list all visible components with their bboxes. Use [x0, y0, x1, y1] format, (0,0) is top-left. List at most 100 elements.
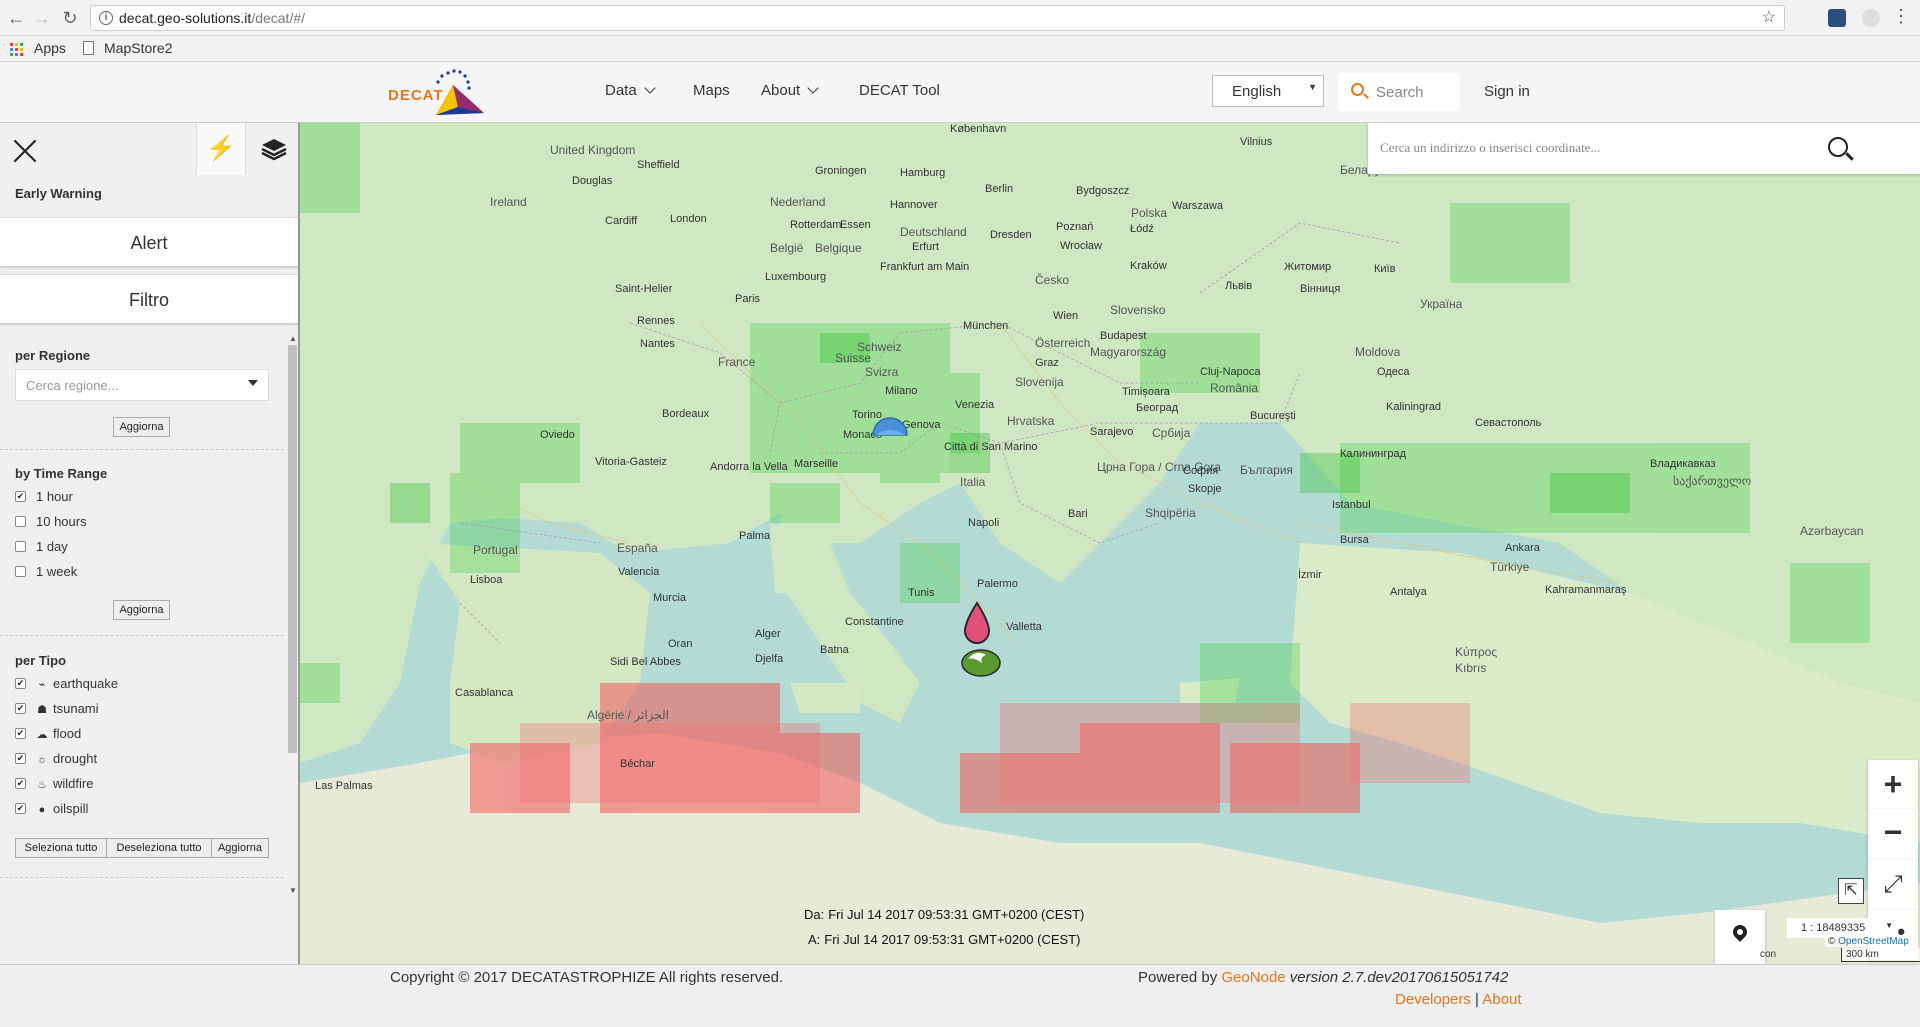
time-1-week[interactable]: 1 week — [15, 563, 77, 581]
type-earthquake[interactable]: ✔ ⌁ earthquake — [15, 675, 118, 693]
checkbox-checked-icon[interactable]: ✔ — [15, 728, 26, 740]
back-icon[interactable]: ← — [4, 6, 28, 30]
flood-marker[interactable] — [870, 413, 910, 443]
type-update-button[interactable]: Aggiorna — [211, 838, 269, 858]
map-label: España — [617, 541, 658, 555]
bolt-icon[interactable]: ⚡ — [196, 123, 246, 175]
date-from-value: Fri Jul 14 2017 09:53:31 GMT+0200 (CEST) — [828, 907, 1085, 922]
type-label: flood — [53, 726, 82, 741]
powered-prefix: Powered by — [1138, 969, 1218, 986]
address-bar[interactable]: i decat.geo-solutions.it/decat/#/ ☆ — [90, 5, 1785, 31]
map-label: Luxembourg — [765, 271, 827, 283]
info-icon[interactable]: i — [99, 11, 113, 25]
decat-logo[interactable]: DECAT — [388, 67, 488, 119]
type-flood[interactable]: ✔ ☁ flood — [15, 725, 81, 743]
map-label: Bursa — [1340, 534, 1369, 546]
bookmark-star-icon[interactable]: ☆ — [1762, 6, 1776, 30]
url-host: decat.geo-solutions.it — [119, 10, 252, 26]
filter-button[interactable]: Filtro — [0, 274, 298, 324]
zoom-in-button[interactable]: + — [1868, 760, 1918, 810]
apps-grid-icon[interactable] — [10, 43, 23, 56]
type-title: per Tipo — [15, 653, 67, 668]
geonode-link[interactable]: GeoNode — [1221, 969, 1285, 986]
profile-icon[interactable] — [1862, 9, 1880, 27]
alert-button[interactable]: Alert — [0, 217, 298, 267]
select-all-button[interactable]: Seleziona tutto — [15, 838, 107, 858]
developers-link[interactable]: Developers — [1395, 991, 1471, 1008]
map-label: Ireland — [490, 195, 527, 209]
time-1-day[interactable]: 1 day — [15, 538, 68, 556]
checkbox-checked-icon[interactable]: ✔ — [15, 753, 26, 765]
collapse-arrow-icon[interactable]: ⇱ — [1838, 878, 1864, 904]
checkbox-checked-icon[interactable]: ✔ — [15, 678, 26, 690]
about-link[interactable]: About — [1482, 991, 1521, 1008]
sign-in-link[interactable]: Sign in — [1484, 83, 1530, 100]
nav-maps[interactable]: Maps — [693, 82, 730, 99]
time-10-hours[interactable]: 10 hours — [15, 513, 87, 531]
reload-icon[interactable]: ↻ — [58, 6, 82, 30]
tsunami-marker[interactable] — [960, 645, 1002, 677]
time-1-hour[interactable]: ✔ 1 hour — [15, 488, 73, 506]
map-label: Lisboa — [470, 574, 503, 586]
site-search-input[interactable]: Search — [1338, 73, 1460, 111]
map-label: Україна — [1420, 297, 1463, 311]
browser-menu-icon[interactable]: ⋮ — [1892, 6, 1910, 27]
panel-scrollbar[interactable]: ▲ ▼ — [287, 333, 298, 933]
fullscreen-icon[interactable]: ⤢ — [1868, 860, 1918, 910]
map-label: Murcia — [653, 592, 687, 604]
scale-select[interactable]: 1 : 18489335 ▼ — [1787, 918, 1897, 938]
bookmark-apps[interactable]: Apps — [34, 40, 66, 56]
map-label: Valencia — [618, 566, 660, 578]
checkbox-icon[interactable] — [15, 541, 26, 553]
search-icon[interactable] — [1828, 137, 1848, 157]
type-tsunami[interactable]: ✔ ☗ tsunami — [15, 700, 99, 718]
chevron-down-icon — [807, 82, 819, 94]
time-update-button[interactable]: Aggiorna — [113, 600, 170, 620]
map-label: Moldova — [1355, 345, 1401, 359]
language-select[interactable]: English ▼ — [1212, 75, 1324, 107]
scroll-down-icon[interactable]: ▼ — [289, 886, 297, 895]
osm-link[interactable]: OpenStreetMap — [1838, 936, 1909, 947]
deselect-all-button[interactable]: Deseleziona tutto — [106, 838, 212, 858]
layers-icon[interactable] — [250, 123, 298, 175]
time-range-section: by Time Range ✔ 1 hour 10 hours 1 day 1 w… — [0, 450, 284, 636]
scroll-up-icon[interactable]: ▲ — [289, 334, 297, 343]
map-label: საქართველო — [1673, 474, 1752, 488]
region-title: per Regione — [15, 348, 91, 363]
extension-icon[interactable] — [1828, 9, 1846, 27]
checkbox-checked-icon[interactable]: ✔ — [15, 803, 26, 815]
map-label: Batna — [820, 644, 849, 656]
nav-decat-tool[interactable]: DECAT Tool — [859, 82, 940, 99]
checkbox-icon[interactable] — [15, 566, 26, 578]
filter-scroll-area: per Regione Cerca regione... Aggiorna by… — [0, 333, 298, 933]
checkbox-checked-icon[interactable]: ✔ — [15, 491, 26, 503]
checkbox-checked-icon[interactable]: ✔ — [15, 778, 26, 790]
map-search-bar[interactable]: Cerca un indirizzo o inserisci coordinat… — [1368, 123, 1920, 174]
chevron-down-icon — [644, 82, 656, 94]
zoom-out-button[interactable]: − — [1868, 810, 1918, 860]
nav-data[interactable]: Data — [605, 82, 656, 99]
locate-button[interactable] — [1715, 910, 1765, 964]
map-label: Magyarország — [1090, 345, 1167, 359]
forward-icon[interactable]: → — [30, 6, 54, 30]
drought-icon: ☼ — [36, 754, 48, 766]
region-update-button[interactable]: Aggiorna — [113, 417, 170, 437]
map-label: Dresden — [990, 229, 1032, 241]
nav-about[interactable]: About — [761, 82, 819, 99]
type-oilspill[interactable]: ✔ ● oilspill — [15, 800, 88, 818]
close-icon[interactable] — [12, 137, 38, 163]
map-label: Portugal — [473, 543, 518, 557]
type-wildfire[interactable]: ✔ ♨ wildfire — [15, 775, 93, 793]
oilspill-marker[interactable] — [962, 601, 992, 647]
map-viewer[interactable]: United Kingdom Ireland Douglas Sheffield… — [300, 123, 1920, 964]
map-label: Slovensko — [1110, 303, 1166, 317]
map-label: Paris — [735, 293, 761, 305]
type-drought[interactable]: ✔ ☼ drought — [15, 750, 97, 768]
map-label: Graz — [1035, 357, 1059, 369]
checkbox-icon[interactable] — [15, 516, 26, 528]
checkbox-checked-icon[interactable]: ✔ — [15, 703, 26, 715]
bookmark-mapstore2[interactable]: MapStore2 — [104, 40, 172, 56]
region-search-select[interactable]: Cerca regione... — [15, 369, 269, 401]
scrollbar-thumb[interactable] — [288, 345, 297, 753]
type-label: drought — [53, 751, 98, 766]
